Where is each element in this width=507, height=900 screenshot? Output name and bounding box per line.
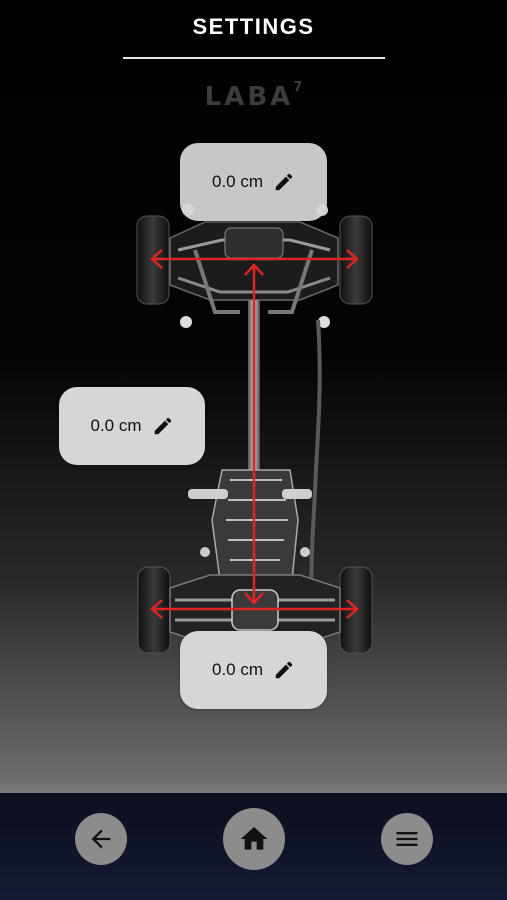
home-icon	[240, 827, 268, 850]
home-button[interactable]	[223, 808, 285, 870]
hamburger-menu-icon	[396, 832, 418, 846]
rear-track-value: 0.0 cm	[211, 660, 264, 679]
exhaust-pipe	[309, 319, 322, 601]
arrow-left-icon	[91, 829, 111, 849]
back-button[interactable]	[75, 813, 127, 865]
menu-button[interactable]	[381, 813, 433, 865]
wheelbase-value: 0.0 cm	[90, 416, 142, 435]
front-track-measurement-button[interactable]: 0.0 cm	[180, 143, 327, 221]
pencil-edit-icon[interactable]	[152, 415, 174, 437]
pencil-edit-icon[interactable]	[273, 659, 295, 681]
front-track-value: 0.0 cm	[211, 172, 264, 191]
wheelbase-measurement-button[interactable]: 0.0 cm	[59, 387, 205, 465]
pencil-edit-icon[interactable]	[273, 171, 295, 193]
rear-track-measurement-button[interactable]: 0.0 cm	[180, 631, 327, 709]
